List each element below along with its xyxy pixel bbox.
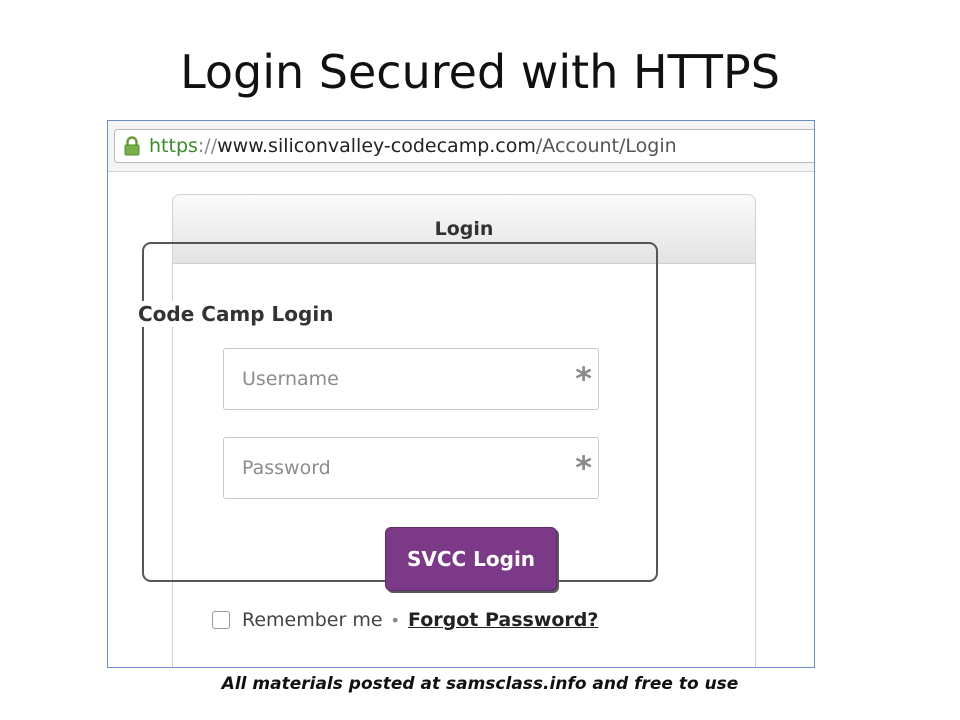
browser-screenshot: https://www.siliconvalley-codecamp.com/A… — [107, 120, 815, 668]
username-input[interactable]: Username * — [223, 348, 599, 410]
slide: Login Secured with HTTPS https://www.sil… — [0, 0, 960, 720]
login-fieldset-legend: Code Camp Login — [138, 301, 338, 327]
lock-icon — [124, 136, 140, 156]
address-bar: https://www.siliconvalley-codecamp.com/A… — [108, 121, 814, 172]
url-field[interactable]: https://www.siliconvalley-codecamp.com/A… — [114, 129, 814, 163]
remember-me-label[interactable]: Remember me — [242, 609, 383, 631]
required-asterisk-icon: * — [575, 360, 592, 398]
username-placeholder: Username — [242, 368, 339, 390]
url-separator: :// — [197, 135, 218, 157]
url-path: /Account/Login — [535, 135, 677, 157]
slide-footer: All materials posted at samsclass.info a… — [221, 674, 739, 694]
remember-row: Remember me • Forgot Password? — [212, 605, 598, 635]
url-scheme: https — [149, 135, 198, 157]
url-host: www.siliconvalley-codecamp.com — [217, 135, 536, 157]
remember-me-checkbox[interactable] — [212, 611, 230, 629]
password-placeholder: Password — [242, 457, 331, 479]
svcc-login-button[interactable]: SVCC Login — [385, 527, 557, 591]
required-asterisk-icon: * — [575, 449, 592, 487]
separator-bullet: • — [390, 610, 400, 630]
slide-title: Login Secured with HTTPS — [180, 45, 780, 99]
password-input[interactable]: Password * — [223, 437, 599, 499]
url-text: https://www.siliconvalley-codecamp.com/A… — [149, 130, 677, 162]
forgot-password-link[interactable]: Forgot Password? — [408, 609, 598, 631]
